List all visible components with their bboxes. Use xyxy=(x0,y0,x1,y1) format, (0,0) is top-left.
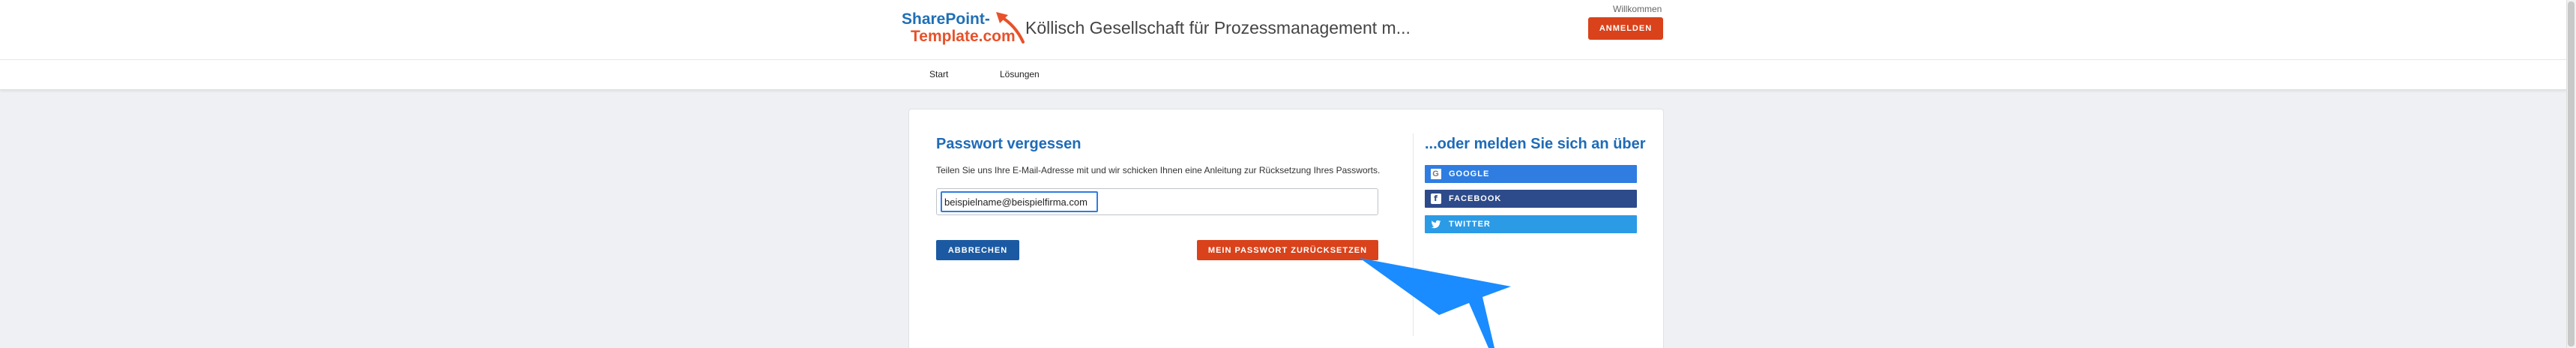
cancel-button[interactable]: ABBRECHEN xyxy=(936,240,1019,260)
twitter-login-label: TWITTER xyxy=(1449,220,1491,229)
site-title[interactable]: Köllisch Gesellschaft für Prozessmanagem… xyxy=(1025,18,1411,38)
login-button[interactable]: ANMELDEN xyxy=(1588,17,1663,40)
welcome-text: Willkommen xyxy=(1613,4,1662,14)
forgot-password-title: Passwort vergessen xyxy=(936,136,1082,152)
twitter-login-button[interactable]: TWITTER xyxy=(1425,215,1637,233)
nav-item-loesungen[interactable]: Lösungen xyxy=(1000,69,1040,80)
google-login-label: GOOGLE xyxy=(1449,170,1490,178)
facebook-login-button[interactable]: f FACEBOOK xyxy=(1425,190,1637,208)
twitter-icon xyxy=(1431,220,1441,229)
annotation-arrow-icon xyxy=(1360,258,1511,348)
top-header: SharePoint- Template.com Köllisch Gesell… xyxy=(0,0,2576,60)
alternative-login-title: ...oder melden Sie sich an über xyxy=(1425,136,1646,152)
main-nav: Start Lösungen xyxy=(0,60,2576,90)
email-field[interactable] xyxy=(936,188,1378,215)
facebook-icon: f xyxy=(1431,194,1441,204)
google-login-button[interactable]: G GOOGLE xyxy=(1425,165,1637,183)
forgot-password-description: Teilen Sie uns Ihre E-Mail-Adresse mit u… xyxy=(936,165,1381,176)
nav-item-start[interactable]: Start xyxy=(929,69,948,80)
logo-line-1: SharePoint- xyxy=(902,10,990,28)
site-logo[interactable]: SharePoint- Template.com xyxy=(902,10,1025,48)
google-icon: G xyxy=(1431,169,1441,179)
email-input[interactable] xyxy=(941,191,1098,212)
logo-arrow-icon xyxy=(996,12,1025,44)
scrollbar-thumb[interactable] xyxy=(2568,2,2575,346)
facebook-login-label: FACEBOOK xyxy=(1449,194,1502,203)
